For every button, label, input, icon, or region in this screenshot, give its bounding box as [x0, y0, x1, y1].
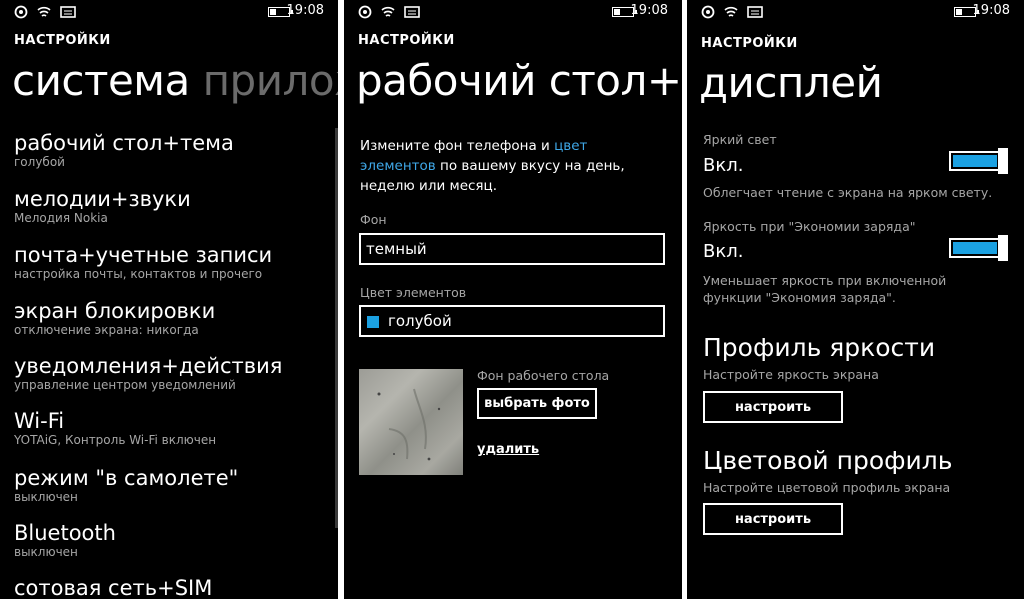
pivot-system[interactable]: система — [12, 56, 190, 105]
description-text: Измените фон телефона и — [360, 138, 555, 154]
bright-light-label: Яркий свет — [703, 132, 777, 147]
description: Измените фон телефона и цвет элементов п… — [360, 136, 660, 196]
app-header: НАСТРОЙКИ — [701, 36, 798, 51]
wifi-icon — [724, 6, 738, 17]
item-title: мелодии+звуки — [14, 187, 191, 211]
status-bar: 19:08 — [0, 0, 338, 24]
saver-brightness-description: Уменьшает яркость при включенной функции… — [703, 273, 947, 305]
item-subtitle: отключение экрана: никогда — [14, 323, 199, 337]
settings-system-screen: 19:08 НАСТРОЙКИ система прилож рабочий с… — [0, 0, 338, 599]
bright-light-state: Вкл. — [703, 155, 744, 176]
background-label: Фон — [360, 212, 387, 227]
bright-light-toggle[interactable] — [949, 148, 1008, 174]
saver-brightness-toggle[interactable] — [949, 235, 1008, 261]
page-title: дисплей — [699, 58, 883, 107]
item-subtitle: Мелодия Nokia — [14, 211, 108, 225]
nfc-icon — [358, 5, 372, 19]
settings-item-ringtones[interactable]: мелодии+звуки Мелодия Nokia — [14, 187, 191, 226]
accent-label: Цвет элементов — [360, 285, 467, 300]
pivot-title: система прилож — [12, 56, 338, 105]
color-profile-configure-button[interactable]: настроить — [703, 503, 843, 535]
item-title: Wi-Fi — [14, 409, 65, 433]
saver-brightness-state: Вкл. — [703, 241, 744, 262]
item-subtitle: выключен — [14, 545, 78, 559]
bright-light-description: Облегчает чтение с экрана на ярком свету… — [703, 185, 993, 200]
status-bar: 19:08 — [344, 0, 682, 24]
app-header: НАСТРОЙКИ — [358, 33, 455, 48]
item-title: рабочий стол+тема — [14, 131, 234, 155]
settings-item-lock-screen[interactable]: экран блокировки отключение экрана: нико… — [14, 299, 215, 338]
accent-swatch — [367, 316, 379, 328]
settings-item-desktop-theme[interactable]: рабочий стол+тема голубой — [14, 131, 234, 170]
item-title: почта+учетные записи — [14, 243, 273, 267]
nfc-icon — [701, 5, 715, 19]
wifi-icon — [381, 6, 395, 17]
brightness-profile-configure-button[interactable]: настроить — [703, 391, 843, 423]
settings-item-notifications[interactable]: уведомления+действия управление центром … — [14, 354, 282, 393]
nfc-icon — [14, 5, 28, 19]
saver-brightness-label: Яркость при "Экономии заряда" — [703, 219, 916, 234]
settings-item-airplane-mode[interactable]: режим "в самолете" выключен — [14, 466, 238, 505]
wifi-icon — [37, 6, 51, 17]
page-title: рабочий стол+т — [356, 56, 682, 105]
brightness-profile-description: Настройте яркость экрана — [703, 367, 879, 382]
item-subtitle: управление центром уведомлений — [14, 378, 236, 392]
settings-display-screen: 19:08 НАСТРОЙКИ дисплей Яркий свет Вкл. … — [687, 0, 1024, 599]
item-title: режим "в самолете" — [14, 466, 239, 490]
item-title: сотовая сеть+SIM — [14, 576, 213, 599]
scrollbar[interactable] — [335, 128, 338, 528]
status-bar: 19:08 — [687, 0, 1024, 24]
message-icon — [60, 6, 76, 18]
wallpaper-thumbnail[interactable] — [359, 369, 463, 475]
item-subtitle: выключен — [14, 490, 78, 504]
background-value: темный — [366, 240, 427, 258]
settings-item-cellular-sim[interactable]: сотовая сеть+SIM — [14, 576, 212, 599]
clock: 19:08 — [286, 3, 324, 18]
brightness-profile-title: Профиль яркости — [703, 333, 936, 362]
background-select[interactable]: темный — [359, 233, 665, 265]
accent-color-select[interactable]: голубой — [359, 305, 665, 337]
color-profile-description: Настройте цветовой профиль экрана — [703, 480, 951, 495]
item-subtitle: голубой — [14, 155, 65, 169]
settings-item-email-accounts[interactable]: почта+учетные записи настройка почты, ко… — [14, 243, 272, 282]
item-subtitle: YOTAiG, Контроль Wi-Fi включен — [14, 433, 217, 447]
item-subtitle: настройка почты, контактов и прочего — [14, 267, 263, 281]
item-title: Bluetooth — [14, 521, 116, 545]
color-profile-title: Цветовой профиль — [703, 446, 953, 475]
item-title: экран блокировки — [14, 299, 216, 323]
choose-photo-button[interactable]: выбрать фото — [477, 388, 597, 419]
clock: 19:08 — [630, 3, 668, 18]
accent-value: голубой — [388, 312, 452, 330]
app-header: НАСТРОЙКИ — [14, 33, 111, 48]
settings-desktop-theme-screen: 19:08 НАСТРОЙКИ рабочий стол+т Измените … — [344, 0, 682, 599]
item-title: уведомления+действия — [14, 354, 283, 378]
settings-item-wifi[interactable]: Wi-Fi YOTAiG, Контроль Wi-Fi включен — [14, 409, 216, 448]
delete-link[interactable]: удалить — [477, 442, 539, 457]
settings-item-bluetooth[interactable]: Bluetooth выключен — [14, 521, 116, 560]
wallpaper-label: Фон рабочего стола — [477, 368, 610, 383]
clock: 19:08 — [972, 3, 1010, 18]
message-icon — [404, 6, 420, 18]
message-icon — [747, 6, 763, 18]
pivot-applications[interactable]: прилож — [203, 56, 338, 105]
